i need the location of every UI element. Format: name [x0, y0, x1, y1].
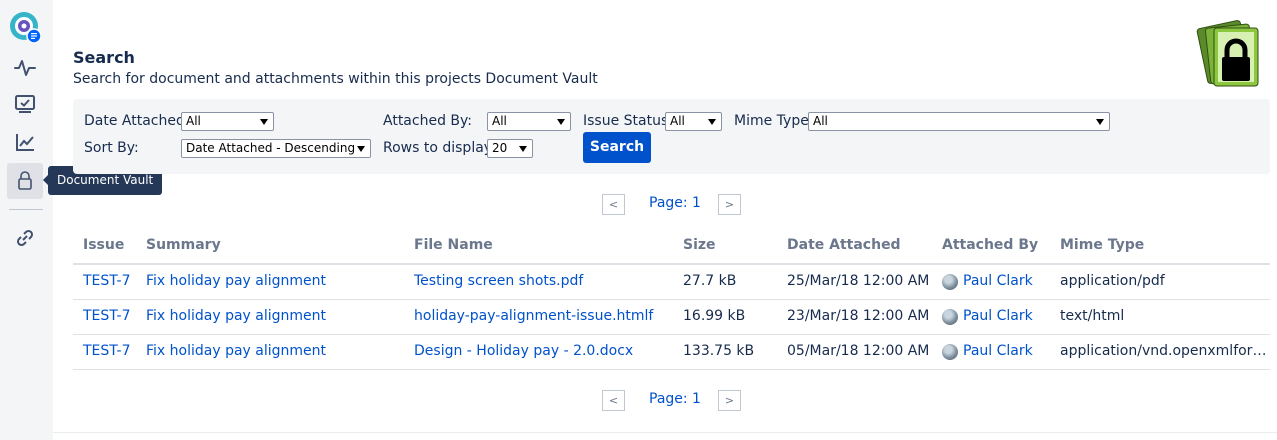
file-link[interactable]: Design - Holiday pay - 2.0.docx	[414, 343, 633, 359]
avatar	[942, 344, 958, 360]
rows-to-display-select[interactable]: 20	[487, 139, 533, 158]
summary-link[interactable]: Fix holiday pay alignment	[146, 308, 326, 324]
mime-type: text/html	[1060, 308, 1125, 324]
mime-type: application/vnd.openxmlfor…	[1060, 343, 1267, 359]
lock-icon[interactable]	[7, 163, 43, 199]
column-header-file-name[interactable]: File Name	[414, 237, 493, 253]
trend-chart-icon[interactable]	[7, 124, 43, 160]
issue-link[interactable]: TEST-7	[83, 343, 131, 359]
search-button[interactable]: Search	[583, 132, 651, 163]
prev-page-button[interactable]: <	[602, 194, 625, 215]
left-sidebar	[0, 0, 53, 440]
issue-status-label: Issue Status:	[583, 113, 673, 129]
content-bottom-divider	[53, 432, 1277, 433]
mime-type-value: All	[813, 114, 828, 128]
activity-icon[interactable]	[7, 50, 43, 86]
column-header-mime-type[interactable]: Mime Type	[1060, 237, 1144, 253]
date-attached-select[interactable]: All	[181, 112, 274, 131]
table-header-row: Issue Summary File Name Size Date Attach…	[73, 228, 1270, 265]
issue-status-value: All	[670, 114, 685, 128]
attached-by-select[interactable]: All	[487, 112, 571, 131]
column-header-date-attached[interactable]: Date Attached	[787, 237, 901, 253]
column-header-attached-by[interactable]: Attached By	[942, 237, 1038, 253]
rows-to-display-value: 20	[492, 141, 508, 155]
issue-status-select[interactable]: All	[665, 112, 722, 131]
monitor-check-icon[interactable]	[7, 86, 43, 122]
document-vault-logo-icon	[1196, 14, 1272, 90]
table-row: TEST-7 Fix holiday pay alignment holiday…	[73, 300, 1270, 335]
chevron-down-icon	[1096, 119, 1104, 125]
chevron-down-icon	[708, 119, 716, 125]
table-row: TEST-7 Fix holiday pay alignment Testing…	[73, 265, 1270, 300]
pagination-bottom: < Page: 1 >	[602, 390, 742, 411]
page-description: Search for document and attachments with…	[73, 71, 598, 87]
sort-by-value: Date Attached - Descending	[186, 141, 356, 155]
table-row: TEST-7 Fix holiday pay alignment Design …	[73, 335, 1270, 370]
next-page-button[interactable]: >	[718, 194, 741, 215]
mime-type-select[interactable]: All	[808, 112, 1110, 131]
file-link[interactable]: Testing screen shots.pdf	[414, 273, 583, 289]
attached-by-user-link[interactable]: Paul Clark	[963, 273, 1033, 289]
chevron-down-icon	[357, 146, 365, 152]
app-logo-icon[interactable]	[9, 11, 42, 44]
pagination-top: < Page: 1 >	[602, 194, 742, 215]
link-icon[interactable]	[7, 220, 43, 256]
page-title: Search	[73, 48, 135, 67]
date-attached-label: Date Attached:	[84, 113, 190, 129]
filter-panel: Date Attached: All Attached By: All Issu…	[73, 99, 1270, 174]
avatar	[942, 309, 958, 325]
attachments-table: Issue Summary File Name Size Date Attach…	[73, 228, 1270, 370]
attached-by-user-link[interactable]: Paul Clark	[963, 308, 1033, 324]
issue-link[interactable]: TEST-7	[83, 308, 131, 324]
rows-to-display-label: Rows to display:	[383, 140, 496, 156]
chevron-down-icon	[519, 146, 527, 152]
column-header-summary[interactable]: Summary	[146, 237, 221, 253]
date-attached-value: All	[186, 114, 201, 128]
attached-by-value: All	[492, 114, 507, 128]
next-page-button[interactable]: >	[718, 390, 741, 411]
chevron-down-icon	[557, 119, 565, 125]
column-header-issue[interactable]: Issue	[83, 237, 124, 253]
mime-type-label: Mime Type:	[734, 113, 814, 129]
issue-link[interactable]: TEST-7	[83, 273, 131, 289]
page-indicator: Page: 1	[649, 391, 701, 407]
page-indicator: Page: 1	[649, 195, 701, 211]
summary-link[interactable]: Fix holiday pay alignment	[146, 343, 326, 359]
chevron-down-icon	[260, 119, 268, 125]
file-link[interactable]: holiday-pay-alignment-issue.htmlf	[414, 308, 653, 324]
sort-by-select[interactable]: Date Attached - Descending	[181, 139, 371, 158]
prev-page-button[interactable]: <	[602, 390, 625, 411]
attached-by-user-link[interactable]: Paul Clark	[963, 343, 1033, 359]
column-header-size[interactable]: Size	[683, 237, 716, 253]
date-attached: 23/Mar/18 12:00 AM	[787, 308, 930, 324]
date-attached: 25/Mar/18 12:00 AM	[787, 273, 930, 289]
avatar	[942, 274, 958, 290]
summary-link[interactable]: Fix holiday pay alignment	[146, 273, 326, 289]
sort-by-label: Sort By:	[84, 140, 139, 156]
attached-by-label: Attached By:	[383, 113, 472, 129]
sidebar-divider	[9, 209, 43, 210]
mime-type: application/pdf	[1060, 273, 1165, 289]
file-size: 133.75 kB	[683, 343, 755, 359]
file-size: 27.7 kB	[683, 273, 737, 289]
date-attached: 05/Mar/18 12:00 AM	[787, 343, 930, 359]
file-size: 16.99 kB	[683, 308, 746, 324]
